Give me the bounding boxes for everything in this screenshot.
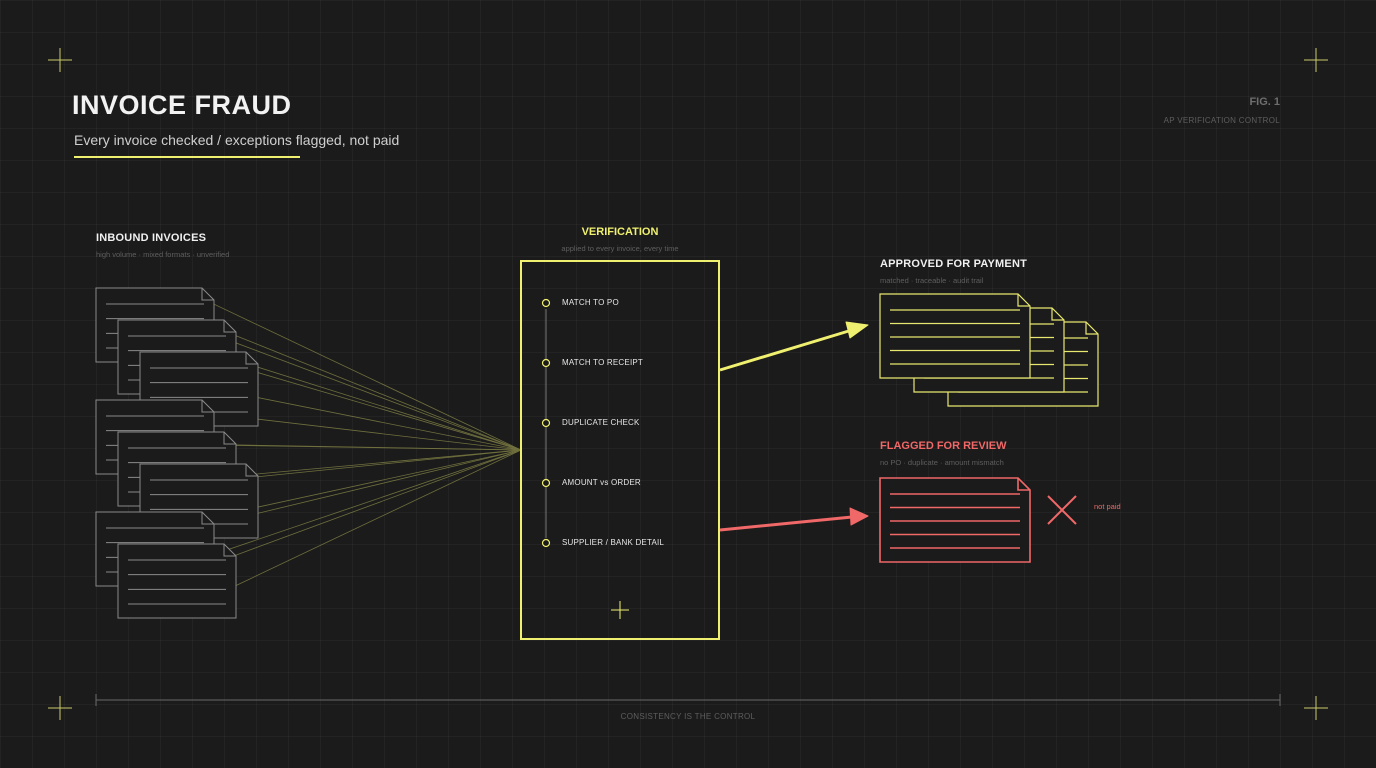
flagged-title: FLAGGED FOR REVIEW bbox=[880, 440, 1007, 452]
step-amount-vs-order: AMOUNT vs ORDER bbox=[562, 478, 641, 487]
step-node-2 bbox=[541, 418, 551, 428]
figure-label: FIG. 1 bbox=[1249, 96, 1280, 108]
crosshair-icon bbox=[611, 601, 629, 619]
not-paid-label: not paid bbox=[1094, 502, 1121, 511]
verification-title: VERIFICATION bbox=[581, 226, 659, 238]
footer-caption: CONSISTENCY IS THE CONTROL bbox=[620, 712, 756, 721]
fan-in-lines bbox=[207, 300, 522, 589]
approved-title: APPROVED FOR PAYMENT bbox=[880, 258, 1028, 270]
step-match-receipt: MATCH TO RECEIPT bbox=[562, 358, 643, 367]
flagged-subtitle: no PO · duplicate · amount mismatch bbox=[880, 458, 1004, 467]
flagged-invoice bbox=[879, 477, 1031, 563]
approved-subtitle: matched · traceable · audit trail bbox=[880, 276, 984, 285]
fan-line-1-1 bbox=[229, 364, 522, 451]
verification-box bbox=[520, 260, 720, 640]
inbound-title: INBOUND INVOICES bbox=[96, 232, 207, 244]
footer-rule bbox=[95, 694, 1281, 706]
verification-subtitle: applied to every invoice, every time bbox=[561, 244, 679, 253]
fan-line-4-0 bbox=[229, 444, 522, 451]
fan-line-2-0 bbox=[251, 364, 522, 451]
inbound-invoice-stack bbox=[95, 287, 259, 619]
step-duplicate-check: DUPLICATE CHECK bbox=[562, 418, 640, 427]
step-node-4 bbox=[541, 538, 551, 548]
inbound-invoice-7 bbox=[117, 543, 237, 619]
flagged-arrow bbox=[719, 507, 869, 532]
figure-caption: AP VERIFICATION CONTROL bbox=[1163, 116, 1280, 125]
corner-mark-top-left bbox=[48, 48, 72, 72]
title-underline bbox=[74, 156, 300, 158]
step-node-3 bbox=[541, 478, 551, 488]
approved-arrow bbox=[719, 321, 869, 372]
step-node-0 bbox=[541, 298, 551, 308]
corner-mark-top-right bbox=[1304, 48, 1328, 72]
step-supplier-bank: SUPPLIER / BANK DETAIL bbox=[562, 538, 665, 547]
fan-line-1-0 bbox=[229, 332, 522, 451]
approved-invoice-front bbox=[879, 293, 1031, 379]
inbound-subtitle: high volume · mixed formats · unverified bbox=[96, 250, 230, 259]
fan-line-7-1 bbox=[229, 449, 522, 589]
page-title: INVOICE FRAUD bbox=[72, 90, 292, 120]
approved-invoice-stack bbox=[879, 293, 1099, 407]
page-subtitle: Every invoice checked / exceptions flagg… bbox=[74, 132, 400, 148]
fan-line-4-1 bbox=[229, 449, 522, 477]
flagged-invoice-doc bbox=[879, 477, 1031, 563]
reject-x-icon bbox=[1047, 495, 1077, 525]
step-match-po: MATCH TO PO bbox=[562, 298, 619, 307]
step-node-1 bbox=[541, 358, 551, 368]
diagram-canvas: INVOICE FRAUD Every invoice checked / ex… bbox=[0, 0, 1376, 768]
